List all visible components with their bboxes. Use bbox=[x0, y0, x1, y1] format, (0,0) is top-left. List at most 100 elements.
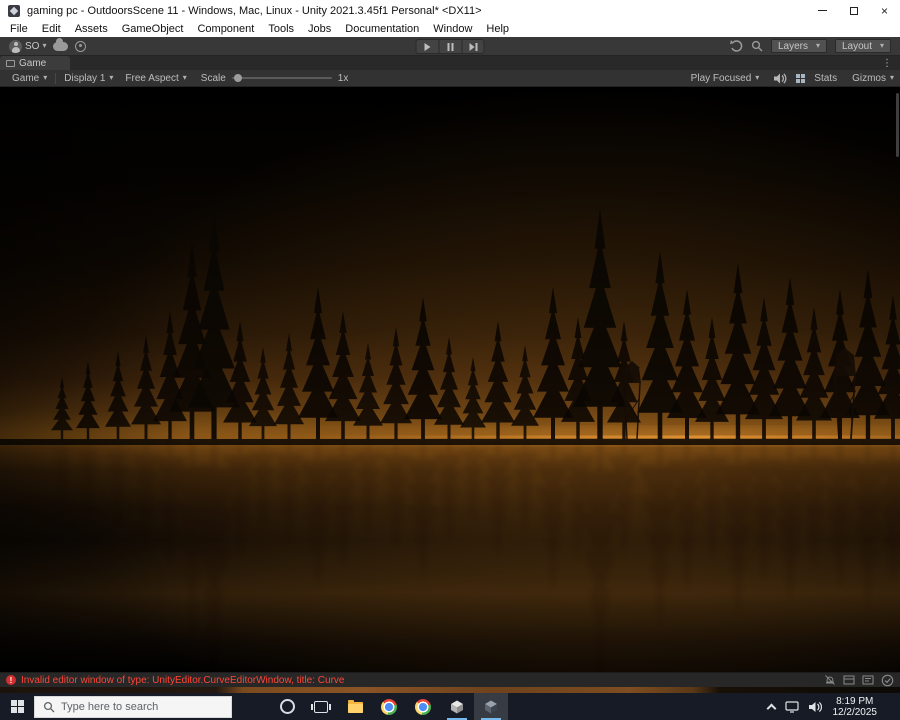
scale-slider[interactable] bbox=[231, 74, 332, 82]
status-error-text[interactable]: Invalid editor window of type: UnityEdit… bbox=[21, 675, 344, 686]
gizmos-dropdown[interactable]: Gizmos ▾ bbox=[846, 73, 894, 84]
layout-dropdown[interactable]: Layout ▾ bbox=[835, 39, 891, 53]
chevron-down-icon: ▾ bbox=[42, 41, 47, 50]
scale-slider-knob[interactable] bbox=[233, 74, 242, 82]
chrome-button-2[interactable] bbox=[406, 693, 440, 720]
separator bbox=[55, 72, 57, 84]
cortana-icon bbox=[279, 699, 295, 714]
menu-component[interactable]: Component bbox=[190, 21, 261, 37]
chevron-down-icon: ▾ bbox=[109, 73, 114, 82]
minimize-icon bbox=[818, 10, 827, 11]
view-mode-label: Game bbox=[12, 72, 40, 84]
network-icon[interactable] bbox=[784, 700, 799, 713]
menu-file[interactable]: File bbox=[3, 21, 35, 37]
tab-game[interactable]: Game bbox=[0, 56, 71, 70]
play-button[interactable] bbox=[415, 39, 439, 54]
tab-game-label: Game bbox=[19, 57, 47, 69]
mute-audio-icon[interactable] bbox=[774, 73, 787, 84]
kebab-icon: ⋮ bbox=[882, 57, 892, 69]
toolbar-left: SO ▾ bbox=[0, 37, 87, 53]
taskbar-search[interactable] bbox=[34, 695, 232, 718]
tray-expand-icon[interactable] bbox=[766, 703, 776, 713]
display-label: Display 1 bbox=[64, 72, 106, 84]
chrome-button-1[interactable] bbox=[372, 693, 406, 720]
chevron-down-icon: ▾ bbox=[755, 73, 760, 82]
unity-cube-icon bbox=[451, 700, 463, 713]
chevron-down-icon: ▾ bbox=[889, 73, 894, 82]
gizmos-label: Gizmos bbox=[852, 72, 886, 84]
settings-icon[interactable] bbox=[75, 40, 87, 52]
menu-gameobject[interactable]: GameObject bbox=[115, 21, 191, 37]
check-circle-icon[interactable] bbox=[881, 674, 894, 687]
screen: gaming pc - OutdoorsScene 11 - Windows, … bbox=[0, 0, 900, 720]
close-icon: × bbox=[880, 3, 888, 18]
play-controls bbox=[415, 39, 485, 54]
layout-label: Layout bbox=[842, 40, 873, 52]
menu-help[interactable]: Help bbox=[479, 21, 516, 37]
console-panel-icon[interactable] bbox=[843, 674, 855, 686]
statusbar: ! Invalid editor window of type: UnityEd… bbox=[0, 672, 900, 687]
search-icon bbox=[43, 701, 55, 712]
window-titlebar[interactable]: gaming pc - OutdoorsScene 11 - Windows, … bbox=[0, 0, 900, 21]
file-explorer-button[interactable] bbox=[338, 693, 372, 720]
aspect-ratio-dropdown[interactable]: Free Aspect ▾ bbox=[119, 70, 192, 86]
clock-date: 12/2/2025 bbox=[832, 706, 878, 718]
notifications-muted-icon[interactable] bbox=[824, 674, 836, 686]
layers-label: Layers bbox=[778, 40, 809, 52]
cloud-services-icon[interactable] bbox=[53, 37, 69, 51]
unity-app-icon bbox=[8, 4, 20, 17]
menu-tools[interactable]: Tools bbox=[261, 21, 301, 37]
display-dropdown[interactable]: Display 1 ▾ bbox=[58, 70, 119, 86]
menu-edit[interactable]: Edit bbox=[35, 21, 68, 37]
task-view-button[interactable] bbox=[304, 693, 338, 720]
unity-editor-icon bbox=[485, 700, 497, 713]
menu-jobs[interactable]: Jobs bbox=[301, 21, 338, 37]
scrollbar-thumb[interactable] bbox=[896, 93, 899, 157]
game-toolbar-right: Play Focused ▾ Stats Gizmos ▾ bbox=[685, 73, 894, 84]
layers-dropdown[interactable]: Layers ▾ bbox=[771, 39, 827, 53]
scale-value: 1x bbox=[337, 72, 349, 84]
chevron-down-icon: ▾ bbox=[815, 41, 820, 50]
play-focused-dropdown[interactable]: Play Focused ▾ bbox=[685, 73, 766, 84]
maximize-icon bbox=[849, 6, 858, 15]
taskbar-apps bbox=[270, 693, 508, 720]
activity-panel-icon[interactable] bbox=[862, 674, 874, 686]
menu-window[interactable]: Window bbox=[426, 21, 479, 37]
pause-button[interactable] bbox=[438, 39, 462, 54]
account-dropdown[interactable]: SO ▾ bbox=[9, 39, 47, 53]
scale-label: Scale bbox=[200, 72, 226, 84]
unity-editor-button[interactable] bbox=[474, 693, 508, 720]
search-input[interactable] bbox=[61, 700, 211, 713]
task-view-icon bbox=[311, 700, 331, 713]
menu-documentation[interactable]: Documentation bbox=[338, 21, 426, 37]
minimize-button[interactable] bbox=[807, 0, 838, 21]
menubar: File Edit Assets GameObject Component To… bbox=[0, 21, 900, 37]
clock-time: 8:19 PM bbox=[836, 695, 874, 707]
maximize-button[interactable] bbox=[838, 0, 869, 21]
tab-menu-button[interactable]: ⋮ bbox=[874, 56, 900, 70]
step-button[interactable] bbox=[461, 39, 485, 54]
taskbar-clock[interactable]: 8:19 PM 12/2/2025 bbox=[833, 696, 878, 718]
volume-icon[interactable] bbox=[808, 701, 823, 713]
account-label: SO bbox=[25, 40, 40, 52]
windows-logo-icon bbox=[10, 700, 24, 713]
chrome-icon bbox=[381, 698, 397, 715]
close-button[interactable]: × bbox=[869, 0, 900, 21]
view-mode-dropdown[interactable]: Game ▾ bbox=[6, 70, 53, 86]
game-scene bbox=[0, 87, 900, 672]
undo-history-icon[interactable] bbox=[730, 39, 743, 53]
start-button[interactable] bbox=[0, 693, 34, 720]
play-icon bbox=[424, 42, 431, 51]
step-icon bbox=[469, 42, 477, 51]
search-icon[interactable] bbox=[751, 40, 763, 52]
system-tray: 8:19 PM 12/2/2025 bbox=[766, 696, 900, 718]
toolbar-right: Layers ▾ Layout ▾ bbox=[730, 39, 900, 53]
unity-hub-button[interactable] bbox=[440, 693, 474, 720]
error-icon[interactable]: ! bbox=[6, 675, 16, 685]
grid-icon[interactable] bbox=[796, 73, 806, 83]
menu-assets[interactable]: Assets bbox=[68, 21, 115, 37]
cortana-button[interactable] bbox=[270, 693, 304, 720]
stats-button[interactable]: Stats bbox=[814, 73, 837, 84]
game-view[interactable] bbox=[0, 87, 900, 672]
game-view-toolbar: Game ▾ Display 1 ▾ Free Aspect ▾ Scale 1… bbox=[0, 70, 900, 87]
